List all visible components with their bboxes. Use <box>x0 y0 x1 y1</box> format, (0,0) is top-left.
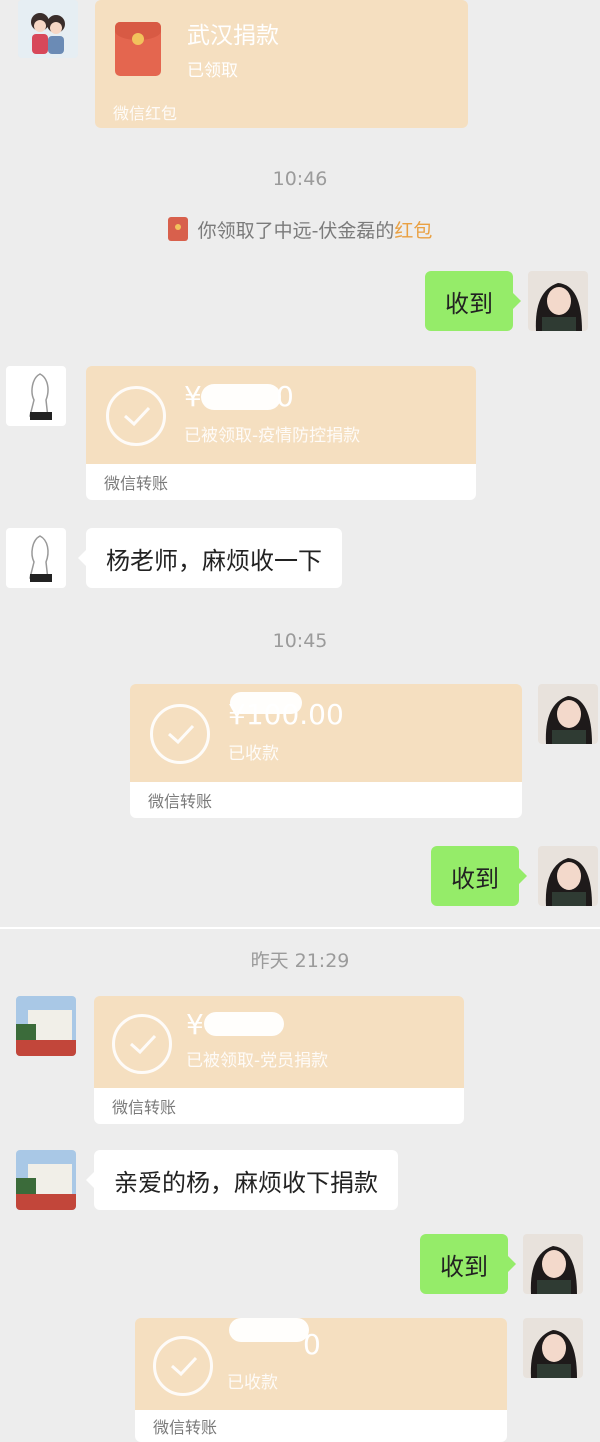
transfer-status: 已被领取-疫情防控捐款 <box>184 426 361 446</box>
transfer-status: 已被领取-党员捐款 <box>186 1051 329 1071</box>
transfer-amount: ¥ <box>184 380 202 413</box>
transfer-status: 已收款 <box>228 744 279 764</box>
message-text: 杨老师，麻烦收一下 <box>106 546 322 575</box>
redacted-amount <box>229 1318 309 1342</box>
message-text: 亲爱的杨，麻烦收下捐款 <box>114 1168 378 1197</box>
avatar-sketch-figure[interactable] <box>6 528 66 588</box>
red-packet-footer: 微信红包 <box>113 104 178 123</box>
timestamp: 昨天 21:29 <box>250 950 350 972</box>
transfer-card-sent[interactable]: 0 已收款 微信转账 <box>135 1318 507 1442</box>
check-circle-icon <box>106 386 166 446</box>
transfer-amount-tail: 0 <box>303 1328 321 1361</box>
timestamp: 10:46 <box>272 168 328 190</box>
received-message-bubble[interactable]: 亲爱的杨，麻烦收下捐款 <box>86 1150 398 1210</box>
transfer-status: 已收款 <box>227 1373 278 1393</box>
red-packet-status: 已领取 <box>187 61 238 81</box>
transfer-card-sent[interactable]: ¥100.00 已收款 微信转账 <box>130 684 522 818</box>
transfer-amount: ¥ <box>186 1008 204 1041</box>
received-message-bubble[interactable]: 杨老师，麻烦收一下 <box>78 528 342 588</box>
redacted-amount <box>230 692 302 714</box>
avatar-sketch-figure[interactable] <box>6 366 66 426</box>
transfer-amount-tail: 0 <box>276 380 294 413</box>
avatar-self[interactable] <box>523 1318 583 1378</box>
check-circle-icon <box>150 704 210 764</box>
red-packet-icon <box>115 22 161 76</box>
avatar-self[interactable] <box>538 846 598 906</box>
check-circle-icon <box>112 1014 172 1074</box>
sent-message-bubble[interactable]: 收到 <box>420 1234 516 1294</box>
transfer-card-incoming[interactable]: ¥ 0 已被领取-疫情防控捐款 微信转账 <box>86 366 476 500</box>
red-packet-mini-icon <box>167 217 188 241</box>
transfer-footer: 微信转账 <box>135 1410 507 1442</box>
check-circle-icon <box>153 1336 213 1396</box>
avatar-self[interactable] <box>523 1234 583 1294</box>
sent-message-bubble[interactable]: 收到 <box>431 846 527 906</box>
redacted-amount <box>201 384 281 410</box>
avatar-school-building[interactable] <box>16 996 76 1056</box>
system-message-red-packet: 你领取了中远-伏金磊的红包 <box>0 216 600 243</box>
redacted-amount <box>204 1012 284 1036</box>
avatar-self[interactable] <box>528 271 588 331</box>
transfer-footer: 微信转账 <box>94 1088 464 1124</box>
avatar-school-building[interactable] <box>16 1150 76 1210</box>
message-text: 收到 <box>451 864 499 893</box>
system-message-text: 你领取了中远-伏金磊的 <box>197 220 395 242</box>
avatar-couple-cartoon[interactable] <box>18 0 78 58</box>
transfer-card-incoming[interactable]: ¥ 已被领取-党员捐款 微信转账 <box>94 996 464 1124</box>
timestamp: 10:45 <box>272 630 328 652</box>
red-packet-card[interactable]: 武汉捐款 已领取 微信红包 <box>95 0 468 128</box>
avatar-self[interactable] <box>538 684 598 744</box>
message-text: 收到 <box>440 1252 488 1281</box>
red-packet-title: 武汉捐款 <box>187 23 279 49</box>
sent-message-bubble[interactable]: 收到 <box>425 271 521 331</box>
red-packet-link[interactable]: 红包 <box>394 220 432 242</box>
transfer-footer: 微信转账 <box>86 464 476 500</box>
screenshot-divider <box>0 927 600 929</box>
message-text: 收到 <box>445 289 493 318</box>
transfer-footer: 微信转账 <box>130 782 522 818</box>
